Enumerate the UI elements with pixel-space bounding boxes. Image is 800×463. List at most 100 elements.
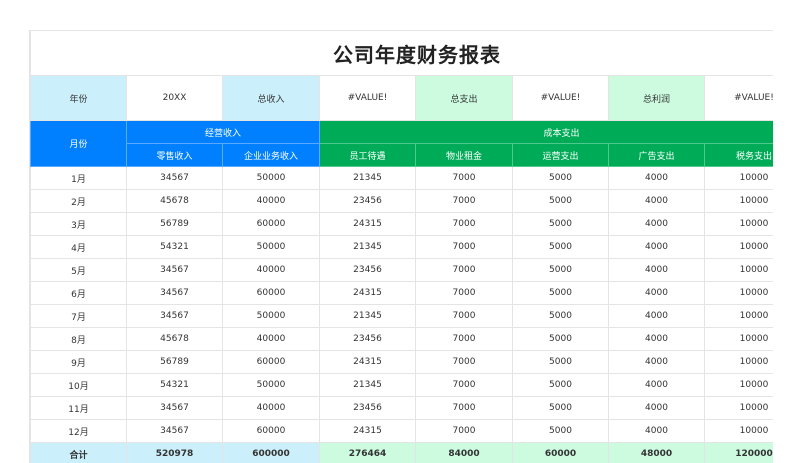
value-cell[interactable]: 24315 <box>319 350 416 374</box>
value-cell[interactable]: 10000 <box>704 235 773 259</box>
value-cell[interactable]: 7000 <box>415 373 513 397</box>
total-cell[interactable]: 84000 <box>415 442 513 463</box>
value-cell[interactable]: 4000 <box>608 327 705 351</box>
month-header[interactable]: 月份 <box>30 120 127 167</box>
value-cell[interactable]: 5000 <box>512 304 609 328</box>
report-title[interactable]: 公司年度财务报表 <box>30 30 773 76</box>
value-cell[interactable]: 40000 <box>222 327 320 351</box>
value-cell[interactable]: 34567 <box>126 258 223 282</box>
value-cell[interactable]: 60000 <box>222 281 320 305</box>
value-cell[interactable]: 21345 <box>319 304 416 328</box>
value-cell[interactable]: 7000 <box>415 235 513 259</box>
column-header[interactable]: 员工待遇 <box>319 143 416 167</box>
value-cell[interactable]: 21345 <box>319 373 416 397</box>
month-cell[interactable]: 1月 <box>30 166 127 190</box>
month-cell[interactable]: 5月 <box>30 258 127 282</box>
income-group-header[interactable]: 经营收入 <box>126 120 320 144</box>
total-cell[interactable]: 48000 <box>608 442 705 463</box>
value-cell[interactable]: 34567 <box>126 419 223 443</box>
total-cell[interactable]: 120000 <box>704 442 773 463</box>
value-cell[interactable]: 60000 <box>222 212 320 236</box>
month-cell[interactable]: 7月 <box>30 304 127 328</box>
value-cell[interactable]: 4000 <box>608 350 705 374</box>
year-label[interactable]: 年份 <box>30 75 127 121</box>
month-cell[interactable]: 3月 <box>30 212 127 236</box>
value-cell[interactable]: 5000 <box>512 350 609 374</box>
total-cell[interactable]: 520978 <box>126 442 223 463</box>
value-cell[interactable]: 50000 <box>222 373 320 397</box>
value-cell[interactable]: 4000 <box>608 235 705 259</box>
value-cell[interactable]: 10000 <box>704 212 773 236</box>
value-cell[interactable]: 40000 <box>222 396 320 420</box>
value-cell[interactable]: 5000 <box>512 396 609 420</box>
value-cell[interactable]: 45678 <box>126 327 223 351</box>
value-cell[interactable]: 7000 <box>415 304 513 328</box>
column-header[interactable]: 税务支出 <box>704 143 773 167</box>
value-cell[interactable]: 5000 <box>512 327 609 351</box>
value-cell[interactable]: 4000 <box>608 258 705 282</box>
month-cell[interactable]: 8月 <box>30 327 127 351</box>
value-cell[interactable]: 10000 <box>704 327 773 351</box>
value-cell[interactable]: 56789 <box>126 350 223 374</box>
value-cell[interactable]: 5000 <box>512 258 609 282</box>
value-cell[interactable]: 10000 <box>704 304 773 328</box>
value-cell[interactable]: 5000 <box>512 373 609 397</box>
value-cell[interactable]: 10000 <box>704 281 773 305</box>
value-cell[interactable]: 21345 <box>319 166 416 190</box>
total-income-value[interactable]: #VALUE! <box>319 75 416 121</box>
value-cell[interactable]: 34567 <box>126 396 223 420</box>
value-cell[interactable]: 10000 <box>704 373 773 397</box>
value-cell[interactable]: 10000 <box>704 350 773 374</box>
value-cell[interactable]: 7000 <box>415 350 513 374</box>
value-cell[interactable]: 40000 <box>222 258 320 282</box>
year-value[interactable]: 20XX <box>126 75 223 121</box>
value-cell[interactable]: 34567 <box>126 304 223 328</box>
value-cell[interactable]: 4000 <box>608 189 705 213</box>
total-cell[interactable]: 276464 <box>319 442 416 463</box>
value-cell[interactable]: 21345 <box>319 235 416 259</box>
column-header[interactable]: 零售收入 <box>126 143 223 167</box>
value-cell[interactable]: 50000 <box>222 304 320 328</box>
value-cell[interactable]: 40000 <box>222 189 320 213</box>
value-cell[interactable]: 7000 <box>415 258 513 282</box>
value-cell[interactable]: 5000 <box>512 419 609 443</box>
value-cell[interactable]: 10000 <box>704 189 773 213</box>
month-cell[interactable]: 10月 <box>30 373 127 397</box>
value-cell[interactable]: 60000 <box>222 350 320 374</box>
value-cell[interactable]: 34567 <box>126 281 223 305</box>
value-cell[interactable]: 56789 <box>126 212 223 236</box>
month-cell[interactable]: 9月 <box>30 350 127 374</box>
cost-group-header[interactable]: 成本支出 <box>319 120 773 144</box>
value-cell[interactable]: 23456 <box>319 258 416 282</box>
total-profit-value[interactable]: #VALUE! <box>704 75 773 121</box>
total-income-label[interactable]: 总收入 <box>222 75 320 121</box>
total-expense-label[interactable]: 总支出 <box>415 75 513 121</box>
value-cell[interactable]: 7000 <box>415 281 513 305</box>
value-cell[interactable]: 7000 <box>415 212 513 236</box>
value-cell[interactable]: 60000 <box>222 419 320 443</box>
column-header[interactable]: 物业租金 <box>415 143 513 167</box>
value-cell[interactable]: 4000 <box>608 166 705 190</box>
total-cell[interactable]: 600000 <box>222 442 320 463</box>
month-cell[interactable]: 2月 <box>30 189 127 213</box>
month-cell[interactable]: 6月 <box>30 281 127 305</box>
value-cell[interactable]: 54321 <box>126 235 223 259</box>
column-header[interactable]: 运营支出 <box>512 143 609 167</box>
value-cell[interactable]: 24315 <box>319 419 416 443</box>
value-cell[interactable]: 4000 <box>608 396 705 420</box>
value-cell[interactable]: 34567 <box>126 166 223 190</box>
total-label[interactable]: 合计 <box>30 442 127 463</box>
value-cell[interactable]: 4000 <box>608 304 705 328</box>
value-cell[interactable]: 24315 <box>319 212 416 236</box>
column-header[interactable]: 企业业务收入 <box>222 143 320 167</box>
value-cell[interactable]: 5000 <box>512 189 609 213</box>
value-cell[interactable]: 7000 <box>415 166 513 190</box>
value-cell[interactable]: 10000 <box>704 166 773 190</box>
value-cell[interactable]: 7000 <box>415 396 513 420</box>
value-cell[interactable]: 10000 <box>704 396 773 420</box>
value-cell[interactable]: 24315 <box>319 281 416 305</box>
value-cell[interactable]: 4000 <box>608 419 705 443</box>
total-cell[interactable]: 60000 <box>512 442 609 463</box>
month-cell[interactable]: 11月 <box>30 396 127 420</box>
month-cell[interactable]: 12月 <box>30 419 127 443</box>
